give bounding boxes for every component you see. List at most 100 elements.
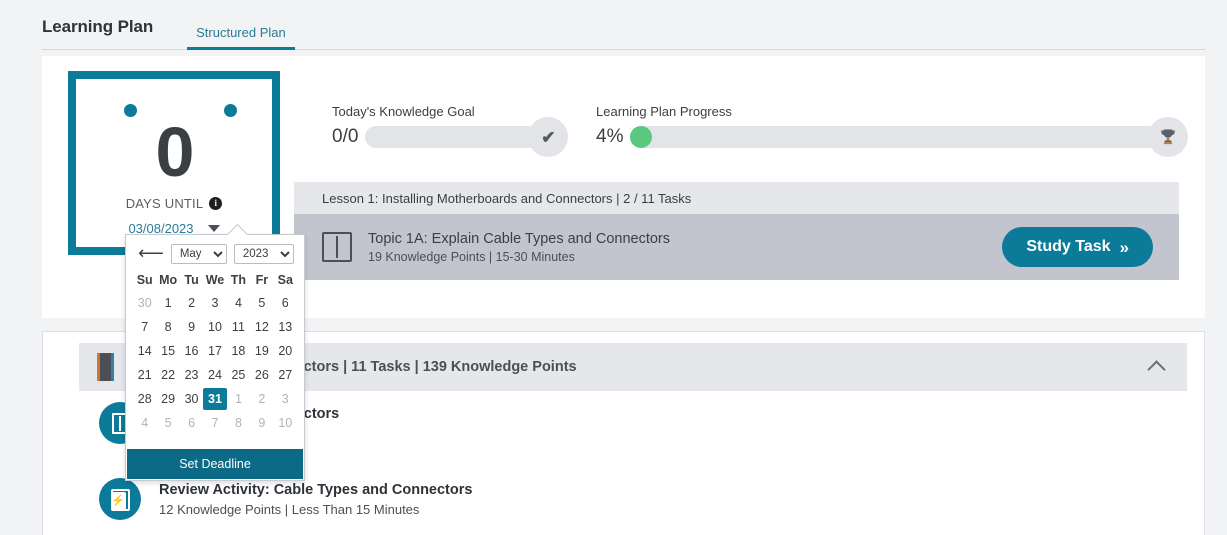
page-header: Learning Plan Structured Plan	[0, 0, 1227, 50]
task-meta: 12 Knowledge Points | Less Than 15 Minut…	[159, 501, 420, 517]
calendar-day[interactable]: 30	[133, 292, 156, 314]
current-topic-meta: 19 Knowledge Points | 15-30 Minutes	[368, 249, 575, 264]
calendar-day[interactable]: 19	[250, 340, 273, 362]
study-task-button[interactable]: Study Task »	[1002, 227, 1153, 267]
calendar-day[interactable]: 13	[274, 316, 297, 338]
knowledge-goal-progress-bar: ✔	[365, 117, 569, 157]
month-select[interactable]: JanuaryFebruaryMarchAprilMayJuneJulyAugu…	[170, 244, 227, 264]
day-of-week-label: We	[205, 273, 225, 287]
calendar-day[interactable]: 20	[274, 340, 297, 362]
chevron-up-icon[interactable]	[1147, 360, 1166, 379]
calendar-day[interactable]: 1	[156, 292, 179, 314]
days-until-text: DAYS UNTIL	[125, 196, 204, 211]
day-of-week-label: Mo	[159, 273, 178, 287]
calendar-day[interactable]: 8	[156, 316, 179, 338]
calendar-day[interactable]: 27	[274, 364, 297, 386]
calendar-day[interactable]: 23	[180, 364, 203, 386]
calendar-day[interactable]: 8	[227, 412, 250, 434]
task-row[interactable]: Review Activity: Cable Types and Connect…	[99, 478, 1174, 520]
calendar-day[interactable]: 12	[250, 316, 273, 338]
current-topic-title: Topic 1A: Explain Cable Types and Connec…	[368, 230, 670, 247]
study-task-label: Study Task	[1026, 238, 1111, 255]
calendar-day[interactable]: 22	[156, 364, 179, 386]
arrow-left-icon[interactable]: ⟵	[138, 245, 164, 263]
calendar-day[interactable]: 21	[133, 364, 156, 386]
current-lesson-bar: Lesson 1: Installing Motherboards and Co…	[294, 182, 1179, 214]
current-topic-text: Topic 1A: Explain Cable Types and Connec…	[368, 231, 670, 264]
tab-structured-plan[interactable]: Structured Plan	[187, 25, 295, 50]
flashcard-icon	[110, 488, 130, 511]
days-until-label: DAYS UNTIL i	[76, 196, 272, 211]
check-icon: ✔	[541, 127, 556, 147]
calendar-day[interactable]: 24	[203, 364, 226, 386]
knowledge-goal-block: Today's Knowledge Goal 0/0 ✔	[332, 104, 572, 157]
binder-icon	[97, 353, 114, 381]
calendar-day[interactable]: 15	[156, 340, 179, 362]
calendar-day[interactable]: 2	[250, 388, 273, 410]
day-of-week-label: Su	[136, 273, 153, 287]
calendar-day[interactable]: 18	[227, 340, 250, 362]
calendar-day[interactable]: 4	[227, 292, 250, 314]
trophy-icon	[1161, 129, 1176, 145]
plan-progress-row: 4%	[596, 117, 1189, 157]
double-chevron-right-icon: »	[1119, 237, 1129, 257]
plan-progress-label: Learning Plan Progress	[596, 104, 732, 119]
task-title: Review Activity: Cable Types and Connect…	[159, 481, 473, 498]
knowledge-goal-label: Today's Knowledge Goal	[332, 104, 475, 119]
day-of-week-label: Tu	[184, 273, 199, 287]
set-deadline-button[interactable]: Set Deadline	[127, 449, 303, 479]
task-text: Review Activity: Cable Types and Connect…	[159, 482, 472, 517]
calendar-day[interactable]: 5	[156, 412, 179, 434]
info-icon[interactable]: i	[209, 197, 223, 210]
trophy-badge	[1148, 117, 1189, 157]
calendar-day[interactable]: 17	[203, 340, 226, 362]
day-of-week-label: Fr	[255, 273, 269, 287]
calendar-day[interactable]: 3	[203, 292, 226, 314]
plan-progress-value: 4%	[596, 126, 624, 147]
calendar-ring-left-icon	[124, 104, 137, 117]
check-badge: ✔	[528, 117, 569, 157]
calendar-day[interactable]: 28	[133, 388, 156, 410]
calendar-day[interactable]: 2	[180, 292, 203, 314]
calendar-day-selected[interactable]: 31	[203, 388, 227, 410]
day-of-week-row: Su Mo Tu We Th Fr Sa	[126, 268, 304, 290]
calendar-day[interactable]: 4	[133, 412, 156, 434]
days-remaining-value: 0	[155, 113, 195, 191]
calendar-day[interactable]: 11	[227, 316, 250, 338]
calendar-day-grid: 30 1 2 3 4 5 6 7 8 9 10 11 12 13 14 15 16 17 18 19 20 21 22 23 2…	[126, 290, 304, 434]
header-tabs-row: Learning Plan Structured Plan	[42, 0, 1205, 50]
flashcard-icon-badge	[99, 478, 141, 520]
calendar-day[interactable]: 10	[274, 412, 297, 434]
day-of-week-label: Sa	[277, 273, 293, 287]
calendar-day[interactable]: 3	[274, 388, 297, 410]
plan-progress-bar	[630, 117, 1189, 157]
calendar-day[interactable]: 29	[156, 388, 179, 410]
plan-progress-block: Learning Plan Progress 4%	[596, 104, 1189, 157]
date-picker-nav: ⟵ JanuaryFebruaryMarchAprilMayJuneJulyAu…	[126, 235, 304, 268]
calendar-day[interactable]: 25	[227, 364, 250, 386]
calendar-day[interactable]: 6	[274, 292, 297, 314]
calendar-day[interactable]: 14	[133, 340, 156, 362]
calendar-day[interactable]: 7	[133, 316, 156, 338]
calendar-day[interactable]: 6	[180, 412, 203, 434]
calendar-day[interactable]: 1	[227, 388, 250, 410]
calendar-day[interactable]: 26	[250, 364, 273, 386]
countdown-calendar-widget: 0 DAYS UNTIL i 03/08/2023	[68, 71, 280, 255]
day-of-week-label: Th	[230, 273, 247, 287]
calendar-day[interactable]: 7	[203, 412, 226, 434]
knowledge-goal-row: 0/0 ✔	[332, 117, 572, 157]
page-title: Learning Plan	[42, 17, 154, 36]
learning-plan-page: Learning Plan Structured Plan 0 DAYS UNT…	[0, 0, 1227, 535]
calendar-day[interactable]: 10	[203, 316, 226, 338]
calendar-day[interactable]: 30	[180, 388, 203, 410]
calendar-day[interactable]: 9	[180, 316, 203, 338]
calendar-day[interactable]: 16	[180, 340, 203, 362]
chevron-down-icon[interactable]	[207, 225, 220, 232]
calendar-ring-right-icon	[224, 104, 237, 117]
calendar-day[interactable]: 5	[250, 292, 273, 314]
plan-progress-fill	[630, 126, 653, 148]
year-select[interactable]: 20212022202320242025	[233, 244, 294, 264]
knowledge-goal-value: 0/0	[332, 126, 359, 147]
calendar-day[interactable]: 9	[250, 412, 273, 434]
date-picker-popup: ⟵ JanuaryFebruaryMarchAprilMayJuneJulyAu…	[125, 223, 305, 481]
